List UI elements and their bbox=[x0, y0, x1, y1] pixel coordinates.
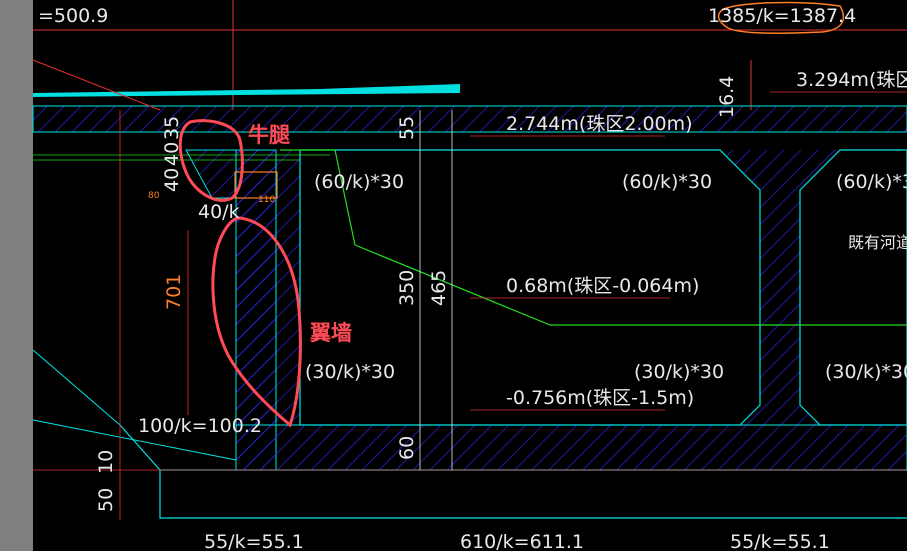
haunch-label-6: (30/k)*30 bbox=[825, 361, 907, 383]
guide-line-diag bbox=[32, 59, 161, 111]
haunch-label-2: (60/k)*30 bbox=[622, 171, 712, 193]
dim-55k-right: 55/k=55.1 bbox=[730, 531, 830, 551]
dim-10: 10 bbox=[95, 450, 117, 474]
cad-viewport[interactable]: =500.9 1385/k=1387.4 3.294m(珠区2. 2.744m(… bbox=[0, 0, 907, 551]
dim-60: 60 bbox=[396, 436, 418, 460]
dim-50: 50 bbox=[95, 488, 117, 512]
dim-80: 80 bbox=[148, 191, 160, 201]
dim-40-b: 40 bbox=[161, 168, 183, 192]
existing-channel-label: 既有河道 bbox=[848, 233, 907, 252]
cad-drawing: =500.9 1385/k=1387.4 3.294m(珠区2. 2.744m(… bbox=[32, 0, 907, 551]
dim-40k: 40/k bbox=[198, 201, 240, 223]
dim-110: 110 bbox=[258, 195, 275, 205]
foundation-bottom bbox=[159, 470, 907, 519]
dim-350: 350 bbox=[396, 270, 418, 306]
header-right-value: 1385/k=1387.4 bbox=[708, 5, 856, 27]
dim-16-4: 16.4 bbox=[716, 76, 738, 118]
dim-465: 465 bbox=[428, 270, 450, 306]
dim-100k: 100/k=100.2 bbox=[138, 415, 262, 437]
wing-wall-annotation: 翼墙 bbox=[310, 321, 352, 345]
haunch-label-5: (30/k)*30 bbox=[634, 361, 724, 383]
slope-line bbox=[32, 349, 121, 426]
level-top: 2.744m(珠区2.00m) bbox=[506, 113, 693, 135]
dim-55-top: 55 bbox=[396, 116, 418, 140]
dim-40-a: 40 bbox=[161, 142, 183, 166]
road-surface-bar bbox=[33, 84, 460, 97]
level-bottom: -0.756m(珠区-1.5m) bbox=[506, 387, 694, 409]
corbel bbox=[185, 149, 237, 199]
bottom-slab bbox=[235, 424, 907, 471]
level-top-right: 3.294m(珠区2. bbox=[796, 69, 907, 91]
dim-701: 701 bbox=[163, 274, 185, 310]
dim-35: 35 bbox=[161, 116, 183, 140]
haunch-label-1: (60/k)*30 bbox=[314, 171, 404, 193]
corbel-annotation: 牛腿 bbox=[248, 123, 290, 147]
level-mid: 0.68m(珠区-0.064m) bbox=[506, 275, 699, 297]
haunch-label-4: (30/k)*30 bbox=[305, 361, 395, 383]
dim-610k: 610/k=611.1 bbox=[460, 531, 584, 551]
dim-55k-left: 55/k=55.1 bbox=[204, 531, 304, 551]
header-left-value: =500.9 bbox=[38, 5, 108, 27]
haunch-label-3: (60/k)*30 bbox=[836, 171, 907, 193]
